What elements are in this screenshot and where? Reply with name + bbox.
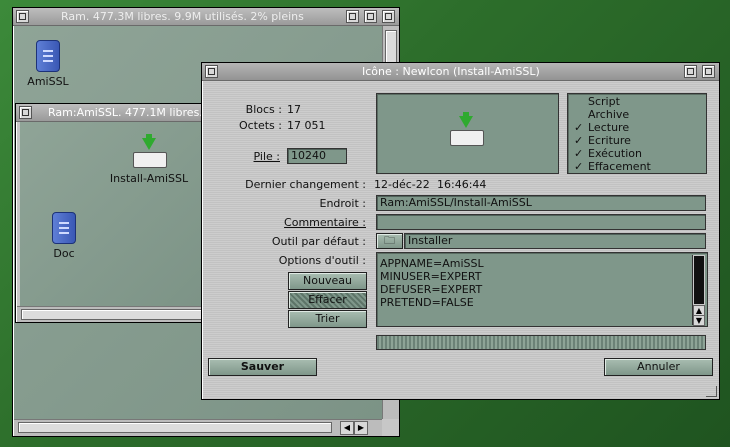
dialog-title: Icône : NewIcon (Install-AmiSSL) <box>362 65 540 78</box>
flag-execute[interactable]: ✓ Exécution <box>574 147 642 160</box>
flag-execute-label: Exécution <box>588 147 642 160</box>
stack-input[interactable]: 10240 <box>287 148 347 164</box>
ram-window-title: Ram. 477.3M libres. 9.9M utilisés. 2% pl… <box>61 10 304 23</box>
last-changed-date: 12-déc-22 <box>374 178 430 191</box>
save-button[interactable]: Sauver <box>208 358 317 376</box>
list-item[interactable]: DEFUSER=EXPERT <box>380 283 482 296</box>
flag-read-label: Lecture <box>588 121 630 134</box>
icon-info-dialog[interactable]: Icône : NewIcon (Install-AmiSSL) Blocs :… <box>201 62 720 400</box>
default-tool-label: Outil par défaut : <box>271 235 366 248</box>
blocks-label: Blocs : <box>245 103 282 116</box>
close-gadget-icon[interactable] <box>19 106 32 119</box>
cancel-button[interactable]: Annuler <box>604 358 713 376</box>
flag-write[interactable]: ✓ Ecriture <box>574 134 631 147</box>
install-amissl-label: Install-AmiSSL <box>109 172 189 185</box>
comment-input[interactable] <box>376 214 706 230</box>
zoom-gadget-icon[interactable] <box>684 65 697 78</box>
drawer-icon <box>36 40 60 72</box>
amissl-window-title: Ram:AmiSSL. 477.1M libres. <box>48 106 203 119</box>
close-gadget-icon[interactable] <box>16 10 29 23</box>
check-icon: ✓ <box>574 160 584 173</box>
iconify-gadget-icon[interactable] <box>346 10 359 23</box>
amissl-horizontal-scrollbar[interactable] <box>17 306 215 322</box>
flag-script-label: Script <box>588 95 620 108</box>
scroll-knob[interactable] <box>18 422 332 433</box>
zoom-gadget-icon[interactable] <box>364 10 377 23</box>
ram-window-titlebar[interactable]: Ram. 477.3M libres. 9.9M utilisés. 2% pl… <box>13 8 399 26</box>
installer-icon <box>130 134 168 170</box>
bytes-label: Octets : <box>238 119 282 132</box>
check-icon: ✓ <box>574 121 584 134</box>
last-changed-time: 16:46:44 <box>437 178 487 191</box>
resize-gadget-icon[interactable] <box>706 386 717 397</box>
scroll-knob[interactable] <box>694 256 704 304</box>
flag-archive-label: Archive <box>588 108 630 121</box>
flag-read[interactable]: ✓ Lecture <box>574 121 629 134</box>
amissl-drawer-icon[interactable]: AmiSSL <box>23 40 73 88</box>
check-icon: ✓ <box>574 134 584 147</box>
new-tooltype-button[interactable]: Nouveau <box>288 272 367 290</box>
location-field: Ram:AmiSSL/Install-AmiSSL <box>376 195 706 211</box>
flag-script[interactable]: Script <box>574 95 620 108</box>
flag-delete[interactable]: ✓ Effacement <box>574 160 651 173</box>
tooltypes-label: Options d'outil : <box>278 254 366 267</box>
tooltypes-list[interactable]: APPNAME=AmiSSL MINUSER=EXPERT DEFUSER=EX… <box>376 252 708 327</box>
scroll-down-icon[interactable]: ▼ <box>693 315 705 326</box>
list-item[interactable]: MINUSER=EXPERT <box>380 270 481 283</box>
doc-drawer-icon[interactable]: Doc <box>42 212 86 260</box>
location-label: Endroit : <box>319 197 367 210</box>
flag-archive[interactable]: Archive <box>574 108 629 121</box>
list-item[interactable]: APPNAME=AmiSSL <box>380 257 484 270</box>
amissl-window[interactable]: Ram:AmiSSL. 477.1M libres. Install-AmiSS… <box>15 103 217 323</box>
installer-icon <box>447 112 485 148</box>
stack-label: Pile : <box>253 150 280 163</box>
flag-write-label: Ecriture <box>588 134 631 147</box>
close-gadget-icon[interactable] <box>205 65 218 78</box>
icon-preview-panel <box>376 93 559 174</box>
dialog-titlebar[interactable]: Icône : NewIcon (Install-AmiSSL) <box>202 63 719 81</box>
install-amissl-icon[interactable]: Install-AmiSSL <box>104 134 194 185</box>
protection-flags-panel: Script Archive ✓ Lecture ✓ Ecriture ✓ Exécu… <box>567 93 707 174</box>
check-icon: ✓ <box>574 147 584 160</box>
scroll-knob[interactable] <box>21 309 205 320</box>
list-item[interactable]: PRETEND=FALSE <box>380 296 474 309</box>
last-changed-label: Dernier changement : <box>245 178 366 191</box>
progress-strip <box>376 335 706 350</box>
scroll-left-icon[interactable]: ◀ <box>340 421 354 435</box>
default-tool-input[interactable]: Installer <box>404 233 706 249</box>
folder-icon[interactable]: 🗀 <box>376 233 403 249</box>
delete-tooltype-button[interactable]: Effacer <box>288 291 367 309</box>
sort-tooltypes-button[interactable]: Trier <box>288 310 367 328</box>
depth-gadget-icon[interactable] <box>382 10 395 23</box>
bytes-value: 17 051 <box>287 119 326 132</box>
ram-horizontal-scrollbar[interactable]: ◀ ▶ <box>14 419 382 436</box>
blocks-value: 17 <box>287 103 301 116</box>
depth-gadget-icon[interactable] <box>702 65 715 78</box>
drawer-icon <box>52 212 76 244</box>
tooltypes-scrollbar[interactable]: ▲ ▼ <box>692 255 705 326</box>
doc-drawer-label: Doc <box>53 247 75 260</box>
amissl-drawer-label: AmiSSL <box>27 75 69 88</box>
flag-delete-label: Effacement <box>588 160 651 173</box>
comment-label: Commentaire : <box>284 216 366 229</box>
scroll-right-icon[interactable]: ▶ <box>354 421 368 435</box>
amissl-window-titlebar[interactable]: Ram:AmiSSL. 477.1M libres. <box>16 104 216 122</box>
